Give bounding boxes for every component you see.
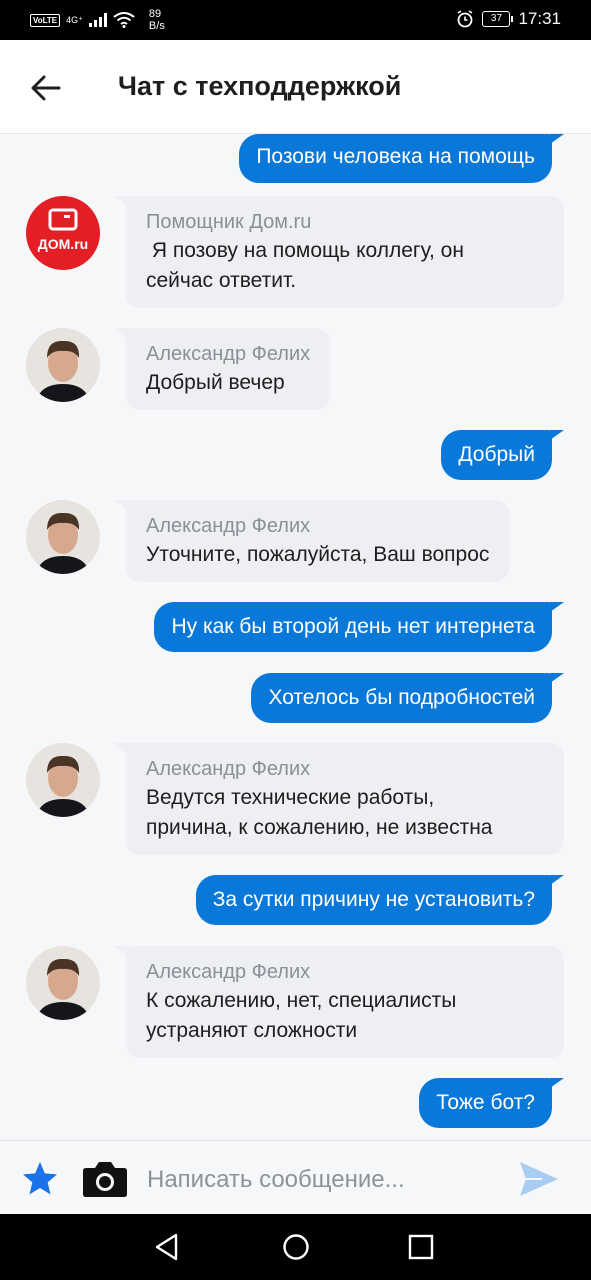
- favorites-button[interactable]: [20, 1159, 60, 1199]
- speed-unit: B/s: [148, 20, 165, 32]
- sender-name: Помощник Дом.ru: [146, 211, 312, 233]
- back-button[interactable]: [26, 68, 66, 108]
- battery-indicator: 37: [482, 11, 514, 27]
- avatar[interactable]: [26, 328, 100, 402]
- user-photo-icon: [26, 500, 100, 574]
- send-button[interactable]: [518, 1159, 560, 1199]
- message-line: причина, к сожалению, не известна: [146, 816, 493, 839]
- message-line: К сожалению, нет, специалисты: [146, 989, 457, 1012]
- system-back-button[interactable]: [152, 1232, 182, 1267]
- message-line: Уточните, пожалуйста, Ваш вопрос: [146, 543, 490, 566]
- alarm-icon: [458, 10, 473, 28]
- message-input[interactable]: [145, 1159, 499, 1201]
- incoming-message[interactable]: Александр Фелих Ведутся технические рабо…: [114, 743, 564, 855]
- camera-button[interactable]: [82, 1159, 128, 1199]
- message-line: сейчас ответит.: [146, 269, 297, 292]
- system-nav-bar: [0, 1214, 591, 1280]
- speed-value: 89: [148, 8, 162, 20]
- user-photo-icon: [26, 328, 100, 402]
- outgoing-message[interactable]: Ну как бы второй день нет интернета: [154, 602, 564, 652]
- message-line: устраняют сложности: [146, 1019, 358, 1042]
- system-recents-button[interactable]: [408, 1234, 434, 1265]
- message-line: Добрый вечер: [146, 371, 285, 394]
- arrow-left-icon: [31, 75, 61, 101]
- signal-icon: [88, 13, 107, 27]
- message-line: Я позову на помощь коллегу, он: [146, 239, 464, 262]
- outgoing-message[interactable]: Хотелось бы подробностей: [251, 673, 564, 723]
- page-title: Чат с техподдержкой: [118, 71, 402, 101]
- avatar[interactable]: ДОМ.ru: [26, 196, 100, 270]
- outgoing-message[interactable]: За сутки причину не установить?: [195, 875, 565, 925]
- message-text: Добрый: [458, 443, 535, 466]
- outgoing-message[interactable]: Тоже бот?: [419, 1078, 564, 1128]
- network-speed: 89 B/s: [149, 8, 165, 32]
- square-recents-icon: [408, 1234, 434, 1260]
- incoming-message[interactable]: Александр Фелих Уточните, пожалуйста, Ва…: [113, 500, 510, 582]
- app-header: Чат с техподдержкой: [0, 40, 591, 134]
- message-text: Позови человека на помощь: [256, 145, 535, 168]
- message-text: Хотелось бы подробностей: [268, 686, 535, 709]
- sender-name: Александр Фелих: [146, 961, 311, 983]
- incoming-message[interactable]: Помощник Дом.ru Я позову на помощь колле…: [114, 196, 564, 308]
- avatar[interactable]: [26, 500, 100, 574]
- message-text: Ну как бы второй день нет интернета: [171, 615, 535, 638]
- user-photo-icon: [26, 743, 100, 817]
- message-text: Тоже бот?: [436, 1091, 535, 1114]
- volte-indicator: VoLTE: [30, 13, 61, 27]
- system-home-button[interactable]: [281, 1232, 311, 1267]
- incoming-message[interactable]: Александр Фелих Добрый вечер: [113, 328, 331, 410]
- sender-name: Александр Фелих: [146, 515, 311, 537]
- sender-name: Александр Фелих: [146, 758, 311, 780]
- circle-home-icon: [283, 1234, 309, 1260]
- avatar[interactable]: [26, 743, 100, 817]
- message-text: За сутки причину не установить?: [212, 888, 535, 911]
- wifi-icon: [113, 12, 135, 28]
- chat-messages[interactable]: Позови человека на помощь ДОМ.ru Помощни…: [0, 134, 591, 1140]
- triangle-back-icon: [155, 1233, 178, 1261]
- outgoing-message[interactable]: Добрый: [441, 430, 564, 480]
- dom-ru-logo-icon: [48, 208, 78, 231]
- camera-icon: [83, 1162, 127, 1197]
- avatar[interactable]: [26, 946, 100, 1020]
- avatar-brand-text: ДОМ.ru: [37, 236, 89, 252]
- send-icon: [520, 1162, 558, 1196]
- user-photo-icon: [26, 946, 100, 1020]
- network-type: 4G⁺: [66, 15, 83, 25]
- outgoing-message[interactable]: Позови человека на помощь: [239, 134, 564, 183]
- incoming-message[interactable]: Александр Фелих К сожалению, нет, специа…: [114, 946, 564, 1058]
- star-icon: [23, 1162, 57, 1195]
- message-line: Ведутся технические работы,: [146, 786, 435, 809]
- message-composer: [0, 1140, 591, 1215]
- sender-name: Александр Фелих: [146, 343, 311, 365]
- status-bar: VoLTE 4G⁺ 89 B/s 37 17:31: [0, 0, 591, 40]
- status-time: 17:31: [518, 9, 561, 28]
